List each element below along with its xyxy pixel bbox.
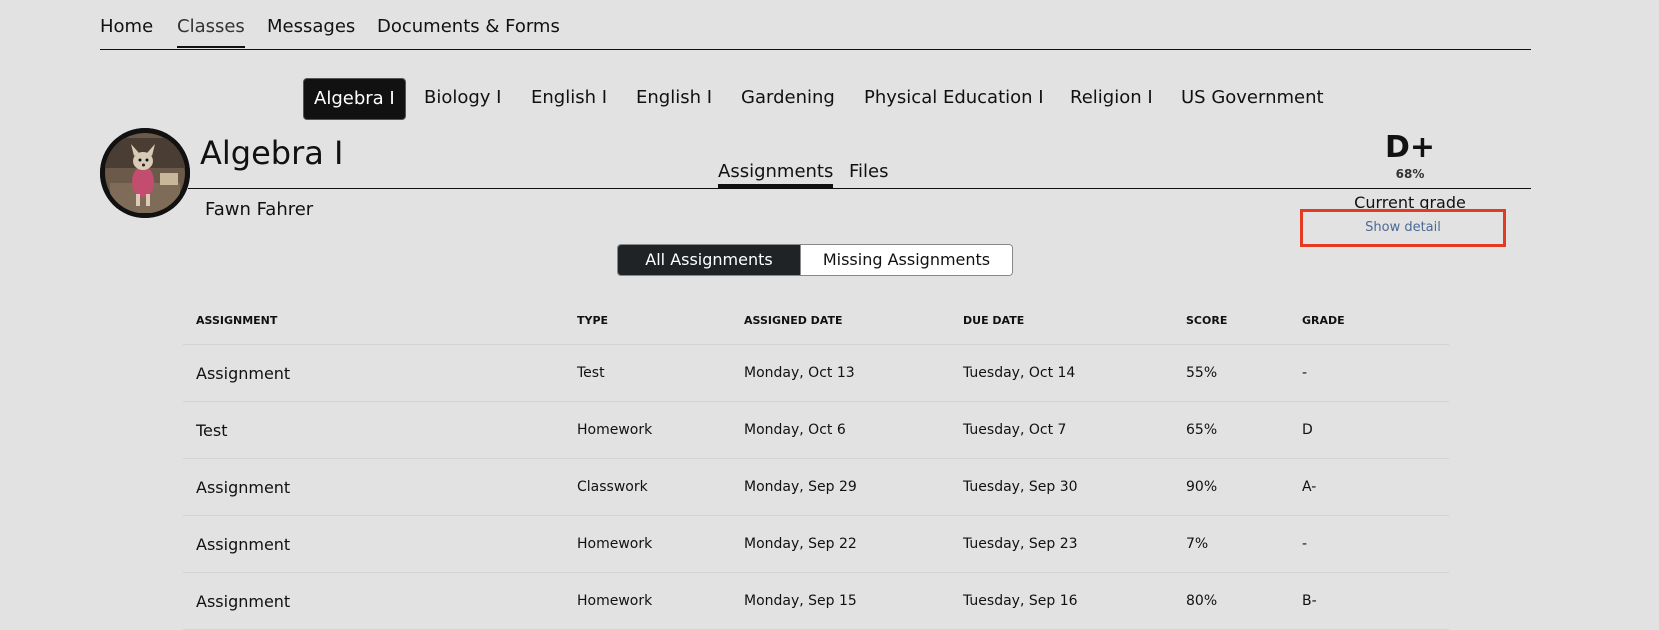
grade: D: [1302, 422, 1313, 438]
assignment-type: Homework: [577, 593, 653, 609]
class-tab-physical-education-i[interactable]: Physical Education I: [864, 78, 1044, 118]
header-divider: [188, 188, 1531, 189]
assignment-name: Assignment: [196, 592, 291, 611]
nav-classes[interactable]: Classes: [177, 16, 245, 48]
current-grade-letter: D+: [1384, 130, 1436, 165]
assigned-date: Monday, Sep 22: [744, 536, 857, 552]
column-header-type[interactable]: TYPE: [577, 314, 608, 327]
assigned-date: Monday, Sep 29: [744, 479, 857, 495]
table-row[interactable]: Assignment Classwork Monday, Sep 29 Tues…: [183, 459, 1449, 516]
missing-assignments-button[interactable]: Missing Assignments: [800, 245, 1012, 275]
assignment-name: Assignment: [196, 478, 291, 497]
assignment-type: Homework: [577, 536, 653, 552]
score: 90%: [1186, 479, 1218, 495]
due-date: Tuesday, Oct 14: [963, 365, 1076, 381]
table-header: ASSIGNMENT TYPE ASSIGNED DATE DUE DATE S…: [183, 300, 1449, 345]
grade: A-: [1302, 479, 1317, 495]
score: 65%: [1186, 422, 1218, 438]
show-detail-link[interactable]: Show detail: [1300, 209, 1506, 247]
grade: -: [1302, 365, 1308, 381]
current-grade-percent: 68%: [1395, 167, 1425, 181]
assignments-table: ASSIGNMENT TYPE ASSIGNED DATE DUE DATE S…: [183, 300, 1449, 630]
class-tab-english-i-2[interactable]: English I: [636, 78, 712, 118]
all-assignments-button[interactable]: All Assignments: [618, 245, 800, 275]
column-header-grade[interactable]: GRADE: [1302, 314, 1345, 327]
class-title: Algebra I: [200, 134, 344, 172]
table-row[interactable]: Assignment Homework Monday, Sep 22 Tuesd…: [183, 516, 1449, 573]
assignment-type: Test: [577, 365, 605, 381]
tab-assignments[interactable]: Assignments: [718, 161, 834, 188]
assignment-name: Test: [196, 421, 228, 440]
class-tab-biology-i[interactable]: Biology I: [424, 78, 501, 118]
nav-documents-forms[interactable]: Documents & Forms: [377, 16, 560, 37]
due-date: Tuesday, Sep 23: [963, 536, 1078, 552]
class-tab-us-government[interactable]: US Government: [1181, 78, 1324, 118]
class-tab-english-i[interactable]: English I: [531, 78, 607, 118]
nav-messages[interactable]: Messages: [267, 16, 355, 37]
grade: -: [1302, 536, 1308, 552]
column-header-assigned-date[interactable]: ASSIGNED DATE: [744, 314, 842, 327]
assignment-type: Homework: [577, 422, 653, 438]
class-tab-gardening[interactable]: Gardening: [741, 78, 835, 118]
nav-home[interactable]: Home: [100, 16, 153, 37]
assigned-date: Monday, Sep 15: [744, 593, 857, 609]
score: 7%: [1186, 536, 1209, 552]
column-header-assignment[interactable]: ASSIGNMENT: [196, 314, 277, 327]
assignment-type: Classwork: [577, 479, 648, 495]
assigned-date: Monday, Oct 13: [744, 365, 855, 381]
grade: B-: [1302, 593, 1317, 609]
assignment-name: Assignment: [196, 364, 291, 383]
teacher-avatar: [100, 128, 190, 218]
table-row[interactable]: Assignment Homework Monday, Sep 15 Tuesd…: [183, 573, 1449, 630]
assignment-name: Assignment: [196, 535, 291, 554]
table-row[interactable]: Assignment Test Monday, Oct 13 Tuesday, …: [183, 345, 1449, 402]
column-header-due-date[interactable]: DUE DATE: [963, 314, 1024, 327]
class-tab-algebra-i[interactable]: Algebra I: [303, 78, 406, 120]
score: 80%: [1186, 593, 1218, 609]
teacher-name: Fawn Fahrer: [205, 199, 314, 220]
table-row[interactable]: Test Homework Monday, Oct 6 Tuesday, Oct…: [183, 402, 1449, 459]
due-date: Tuesday, Sep 30: [963, 479, 1078, 495]
class-tab-religion-i[interactable]: Religion I: [1070, 78, 1153, 118]
top-navigation: Home Classes Messages Documents & Forms: [100, 0, 1531, 50]
dog-photo-icon: [100, 128, 190, 218]
due-date: Tuesday, Oct 7: [963, 422, 1067, 438]
assigned-date: Monday, Oct 6: [744, 422, 846, 438]
tab-files[interactable]: Files: [849, 161, 889, 182]
assignment-filter-toggle: All Assignments Missing Assignments: [617, 244, 1013, 276]
due-date: Tuesday, Sep 16: [963, 593, 1078, 609]
score: 55%: [1186, 365, 1218, 381]
column-header-score[interactable]: SCORE: [1186, 314, 1227, 327]
